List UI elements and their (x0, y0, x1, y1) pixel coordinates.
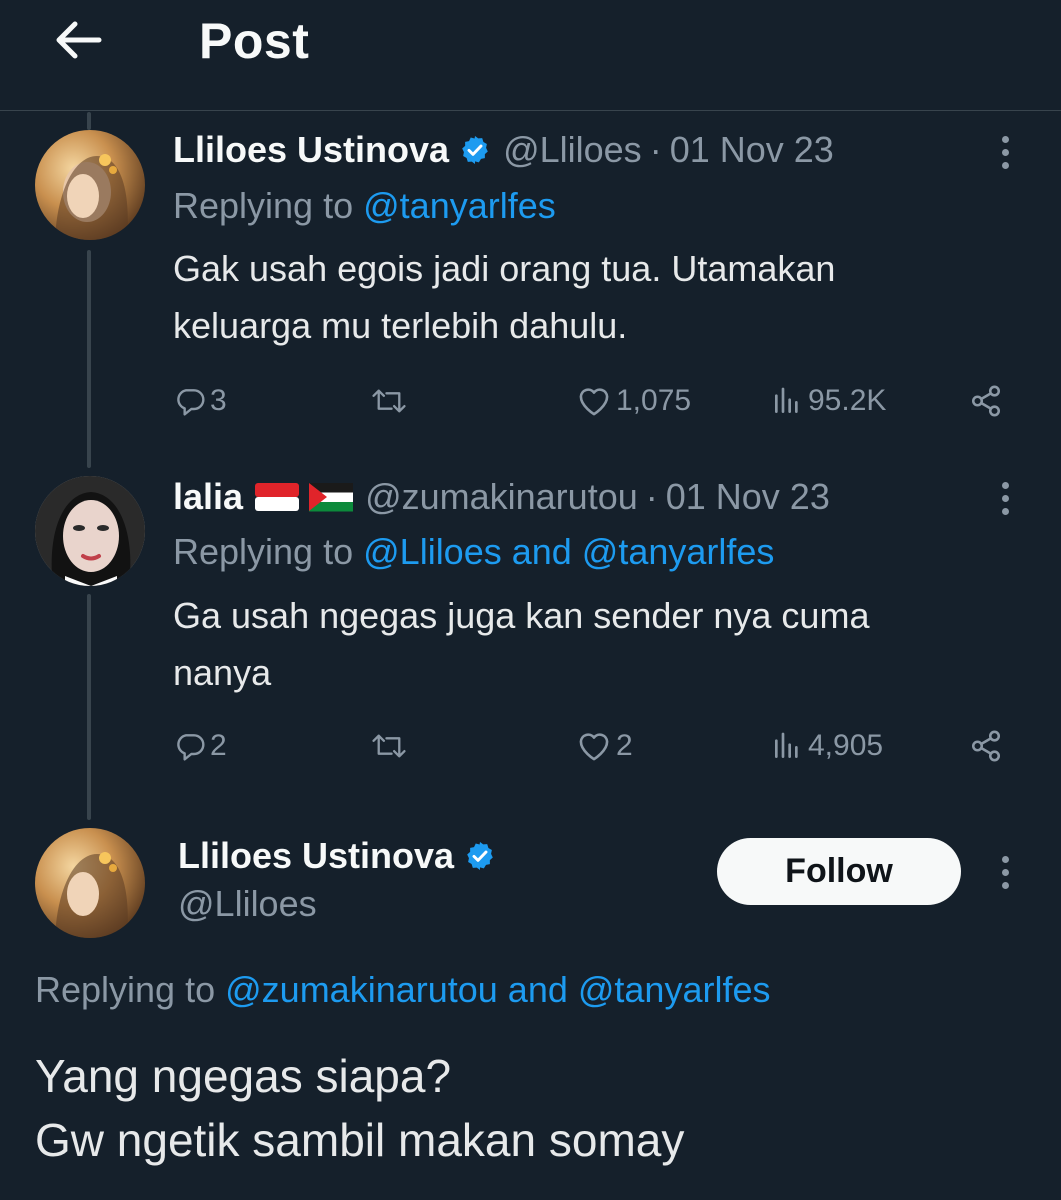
tweet-header: lalia @zumakinarutou · 01 Nov 23 (173, 475, 830, 519)
repost-button[interactable] (371, 376, 411, 426)
replying-prefix: Replying to (173, 531, 354, 572)
replying-prefix: Replying to (35, 969, 216, 1010)
handle[interactable]: @Lliloes (178, 882, 317, 926)
separator: · (649, 129, 662, 170)
like-count: 2 (616, 729, 633, 762)
more-icon (1001, 855, 1009, 863)
handle[interactable]: @Lliloes (503, 128, 642, 172)
views-button[interactable]: 4,905 (770, 721, 883, 771)
reply-icon (177, 389, 205, 416)
replying-to: Replying to @tanyarlfes (173, 184, 556, 228)
replying-to: Replying to @zumakinarutou and @tanyarlf… (35, 968, 771, 1012)
display-name[interactable]: Lliloes Ustinova (173, 128, 449, 172)
reply-count: 3 (210, 384, 227, 417)
follow-button[interactable]: Follow (717, 838, 961, 905)
like-count: 1,075 (616, 384, 692, 417)
back-button[interactable] (50, 14, 106, 66)
timestamp[interactable]: 01 Nov 23 (670, 128, 834, 172)
tweet-text: Yang ngegas siapa? Gw ngetik sambil maka… (35, 1044, 1025, 1172)
heart-icon (579, 388, 609, 416)
mention-link[interactable]: @Lliloes and @tanyarlfes (363, 531, 774, 572)
analytics-icon (775, 387, 798, 413)
palestine-flag-icon (309, 483, 354, 512)
mention-link[interactable]: @zumakinarutou and @tanyarlfes (225, 969, 770, 1010)
indonesia-flag-icon (255, 483, 300, 511)
reply-button[interactable]: 3 (174, 376, 227, 426)
tweet-text-line: Gak usah egois jadi orang tua. Utamakan (173, 248, 836, 289)
repost-icon (372, 389, 406, 413)
reply-tweet: lalia @zumakinarutou · 01 Nov 23 Replyin… (0, 475, 1061, 735)
display-name[interactable]: Lliloes Ustinova (178, 834, 454, 878)
tweet-text-line: Ga usah ngegas juga kan sender nya cuma (173, 595, 870, 636)
like-button[interactable]: 2 (576, 721, 633, 771)
tweet-header: Lliloes Ustinova (178, 834, 508, 878)
handle[interactable]: @zumakinarutou (365, 475, 638, 519)
tweet-text-line: nanya (173, 652, 272, 693)
views-button[interactable]: 95.2K (770, 376, 886, 426)
like-button[interactable]: 1,075 (576, 376, 691, 426)
analytics-icon (775, 732, 798, 758)
page-title: Post (199, 13, 310, 69)
replying-prefix: Replying to (173, 185, 354, 226)
repost-button[interactable] (371, 721, 411, 771)
tweet-header: Lliloes Ustinova @Lliloes · 01 Nov 23 (173, 128, 834, 172)
verified-badge-icon (467, 842, 493, 870)
reply-button[interactable]: 2 (174, 721, 227, 771)
action-bar: 3 1,075 95.2K (0, 376, 1061, 426)
share-icon (971, 730, 1001, 762)
more-options-button[interactable] (990, 848, 1020, 896)
share-button[interactable] (968, 721, 1004, 771)
tweet-text: Gak usah egois jadi orang tua. Utamakan … (173, 240, 1013, 354)
reply-count: 2 (210, 729, 227, 762)
reply-icon (177, 734, 205, 761)
timestamp[interactable]: 01 Nov 23 (666, 475, 830, 519)
share-button[interactable] (968, 376, 1004, 426)
verified-badge-icon (462, 136, 488, 164)
avatar[interactable] (35, 828, 145, 938)
share-icon (971, 385, 1001, 417)
tweet-text-line: Yang ngegas siapa? (35, 1050, 452, 1102)
top-bar: Post (0, 0, 1061, 111)
replying-to: Replying to @Lliloes and @tanyarlfes (173, 530, 774, 574)
tweet-text-line: Gw ngetik sambil makan somay (35, 1114, 685, 1166)
arrow-left-icon (56, 21, 102, 59)
tweet-text-line: keluarga mu terlebih dahulu. (173, 305, 628, 346)
views-count: 4,905 (808, 729, 884, 762)
repost-icon (372, 734, 406, 758)
display-name[interactable]: lalia (173, 475, 243, 519)
mention-link[interactable]: @tanyarlfes (363, 185, 556, 226)
tweet-text: Ga usah ngegas juga kan sender nya cuma … (173, 587, 1013, 701)
views-count: 95.2K (808, 384, 887, 417)
separator: · (645, 476, 658, 517)
heart-icon (579, 733, 609, 761)
action-bar: 2 2 4,905 (0, 721, 1061, 771)
